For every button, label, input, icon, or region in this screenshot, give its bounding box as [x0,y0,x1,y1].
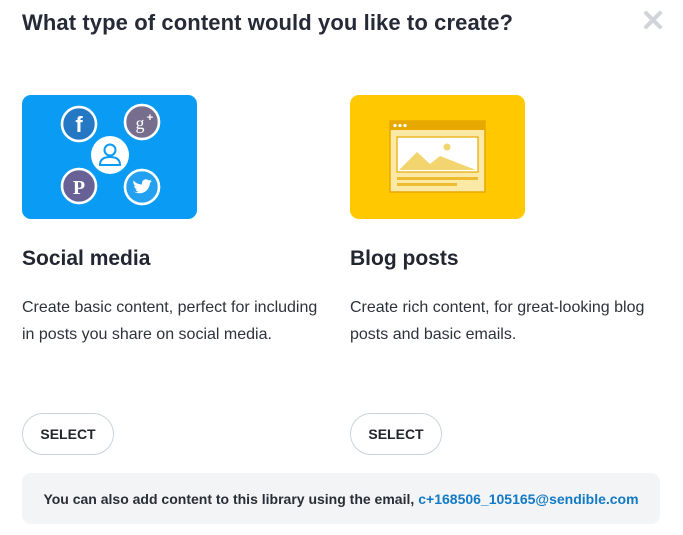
svg-text:g: g [136,113,145,133]
card-title: Social media [22,247,151,270]
footer-text: You can also add content to this library… [43,490,415,507]
library-email-link[interactable]: c+168506_105165@sendible.com [418,491,638,507]
select-social-media-button[interactable]: SELECT [22,413,114,455]
svg-text:P: P [73,177,85,199]
svg-text:+: + [147,112,153,124]
social-media-thumbnail[interactable]: f g + P [22,95,197,219]
twitter-icon [123,168,161,206]
blog-posts-card: Blog posts Create rich content, for grea… [350,95,650,455]
close-icon[interactable] [641,8,665,32]
facebook-icon: f [60,105,98,143]
dialog-title: What type of content would you like to c… [22,10,514,35]
card-description: Create basic content, perfect for includ… [22,299,318,343]
svg-text:f: f [75,112,83,137]
blog-posts-thumbnail[interactable] [350,95,525,219]
pinterest-icon: P [60,167,98,205]
card-title: Blog posts [350,247,459,270]
select-blog-posts-button[interactable]: SELECT [350,413,442,455]
user-icon [91,136,129,174]
browser-window-icon [389,120,486,193]
create-content-dialog: What type of content would you like to c… [0,0,683,535]
card-description: Create rich content, for great-looking b… [350,299,645,343]
google-plus-icon: g + [123,103,161,141]
social-media-card: f g + P Social media Create basic conten… [22,95,322,455]
email-info-banner: You can also add content to this library… [22,473,660,524]
